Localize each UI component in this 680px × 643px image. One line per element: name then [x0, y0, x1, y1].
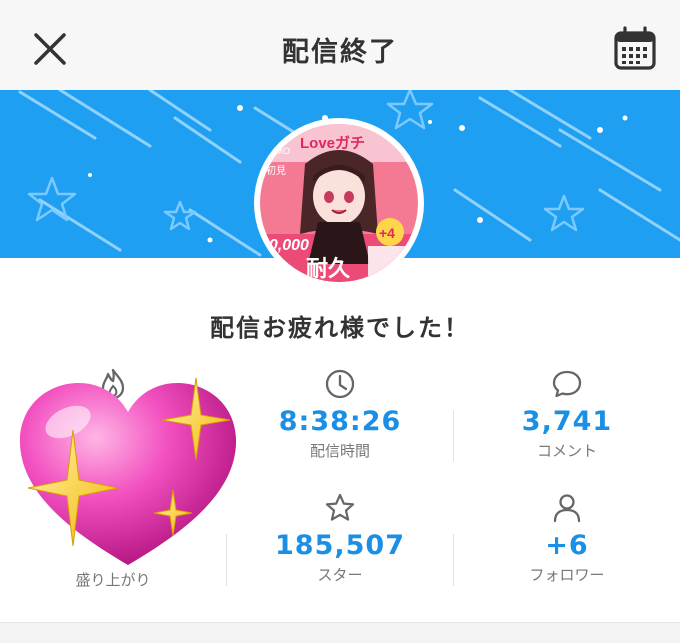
person-icon [553, 494, 581, 523]
avatar-text-top: Loveガチ [300, 135, 365, 152]
greeting-message: 配信お疲れ様でした！ [210, 314, 470, 342]
stat-label: フォロワー [529, 566, 605, 584]
star-icon [325, 493, 355, 521]
stat-duration: 8:38:26 配信時間 [227, 367, 453, 461]
stat-label: コメント [536, 442, 597, 460]
divider [453, 410, 454, 462]
avatar[interactable]: Loveガチ DOMO 初見 50,000 耐久 +4 [254, 118, 424, 288]
stat-value: 3,741 [521, 406, 613, 437]
top-bar: 配信終了 [0, 0, 680, 90]
calendar-icon[interactable] [612, 26, 658, 72]
stat-comments: 3,741 コメント [454, 367, 680, 461]
page-title: 配信終了 [282, 37, 398, 68]
stat-value: 185,507 [275, 530, 405, 561]
speech-bubble-icon [552, 370, 582, 398]
stat-followers: +6 フォロワー [454, 491, 680, 585]
sparkling-heart-emoji [19, 377, 237, 565]
stat-stars: 185,507 スター [227, 491, 453, 585]
stat-value: +6 [545, 530, 589, 561]
divider [453, 534, 454, 586]
avatar-text-bottom: 耐久 [306, 256, 350, 281]
clock-icon [325, 369, 355, 399]
stat-value: 8:38:26 [278, 406, 402, 437]
stat-label: 配信時間 [309, 442, 370, 460]
avatar-image: Loveガチ DOMO 初見 50,000 耐久 +4 [260, 124, 418, 282]
bottom-bar [0, 622, 680, 643]
stat-label: スター [317, 566, 363, 584]
avatar-text-badge: +4 [379, 225, 395, 241]
avatar-text-left: 初見 [266, 164, 286, 177]
